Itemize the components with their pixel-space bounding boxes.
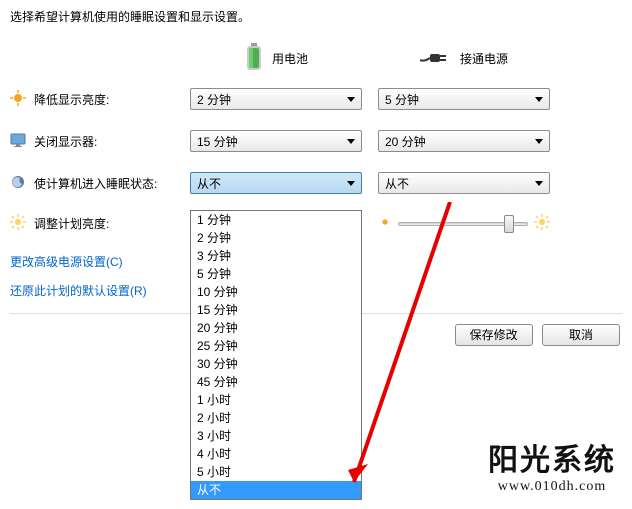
dropdown-item[interactable]: 5 小时 (191, 463, 361, 481)
sleep-battery-select[interactable]: 从不 (190, 172, 362, 194)
col-header-plugged: 接通电源 (378, 43, 550, 74)
off-battery-select[interactable]: 15 分钟 (190, 130, 362, 152)
watermark: 阳光系统 www.010dh.com (488, 435, 616, 495)
dropdown-item[interactable]: 3 分钟 (191, 247, 361, 265)
dropdown-item[interactable]: 4 小时 (191, 445, 361, 463)
dropdown-item[interactable]: 30 分钟 (191, 355, 361, 373)
sleep-dropdown-list[interactable]: 1 分钟2 分钟3 分钟5 分钟10 分钟15 分钟20 分钟25 分钟30 分… (190, 210, 362, 500)
battery-icon (244, 43, 264, 74)
slider-thumb[interactable] (504, 215, 514, 233)
dropdown-item[interactable]: 1 小时 (191, 391, 361, 409)
watermark-cn: 阳光系统 (488, 435, 616, 479)
brightness-low-icon (378, 215, 392, 232)
brightness-slider[interactable] (398, 222, 528, 226)
cancel-button[interactable]: 取消 (542, 324, 620, 346)
brightness-label: 调整计划亮度: (34, 215, 109, 232)
plug-icon (420, 48, 452, 69)
dropdown-item[interactable]: 20 分钟 (191, 319, 361, 337)
brightness-icon (10, 214, 26, 233)
description-text: 选择希望计算机使用的睡眠设置和显示设置。 (10, 8, 622, 25)
off-plugged-select[interactable]: 20 分钟 (378, 130, 550, 152)
dropdown-item[interactable]: 从不 (191, 481, 361, 499)
monitor-off-icon (10, 132, 26, 151)
dim-plugged-select[interactable]: 5 分钟 (378, 88, 550, 110)
brightness-high-icon (534, 214, 550, 233)
dim-label: 降低显示亮度: (34, 91, 109, 108)
sleep-label: 使计算机进入睡眠状态: (34, 175, 157, 192)
dim-battery-select[interactable]: 2 分钟 (190, 88, 362, 110)
plugged-col-label: 接通电源 (460, 50, 508, 67)
dropdown-item[interactable]: 1 分钟 (191, 211, 361, 229)
battery-col-label: 用电池 (272, 50, 308, 67)
dropdown-item[interactable]: 5 分钟 (191, 265, 361, 283)
col-header-battery: 用电池 (190, 43, 362, 74)
dropdown-item[interactable]: 15 分钟 (191, 301, 361, 319)
sleep-icon (10, 174, 26, 193)
dropdown-item[interactable]: 10 分钟 (191, 283, 361, 301)
off-label: 关闭显示器: (34, 133, 97, 150)
sleep-plugged-select[interactable]: 从不 (378, 172, 550, 194)
watermark-url: www.010dh.com (488, 479, 616, 495)
dropdown-item[interactable]: 45 分钟 (191, 373, 361, 391)
dropdown-item[interactable]: 25 分钟 (191, 337, 361, 355)
dim-icon (10, 90, 26, 109)
dropdown-item[interactable]: 3 小时 (191, 427, 361, 445)
dropdown-item[interactable]: 2 小时 (191, 409, 361, 427)
save-button[interactable]: 保存修改 (455, 324, 533, 346)
dropdown-item[interactable]: 2 分钟 (191, 229, 361, 247)
